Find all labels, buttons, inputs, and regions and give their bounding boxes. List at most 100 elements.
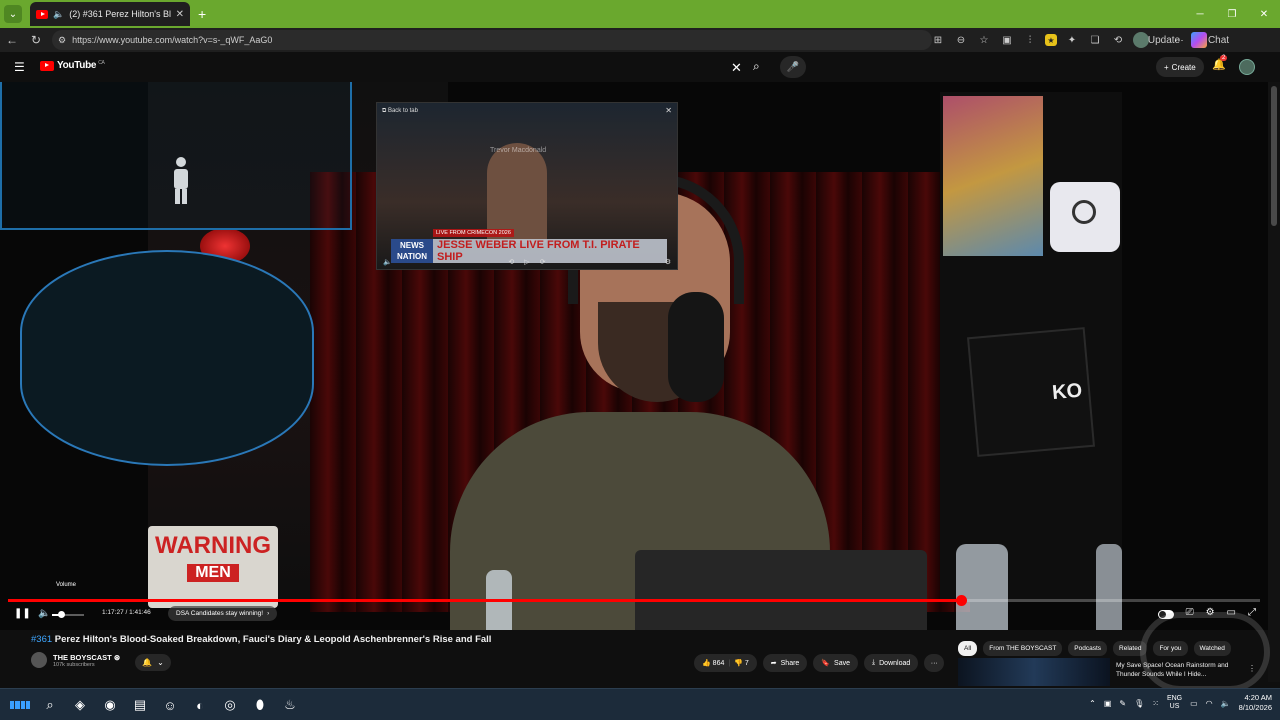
- clear-search-icon[interactable]: ✕: [731, 60, 742, 76]
- seek-bar[interactable]: [8, 595, 1260, 606]
- like-button[interactable]: 👍 864: [702, 659, 724, 667]
- update-button[interactable]: Update ···: [1148, 32, 1184, 48]
- channel-info: THE BOYSCAST ⊛ 107k subscribers: [31, 652, 120, 668]
- speaker-icon[interactable]: 🔈: [53, 9, 64, 20]
- search-icon[interactable]: ⌕: [753, 59, 760, 74]
- edge-browser-icon[interactable]: ◐: [190, 695, 210, 715]
- chevron-right-icon: ›: [267, 610, 270, 617]
- tray-mic-icon[interactable]: 🎙: [1134, 699, 1144, 708]
- youtube-logo[interactable]: YouTube CA: [40, 60, 105, 71]
- tray-dots-icon[interactable]: ⁙: [1152, 699, 1159, 708]
- restore-icon[interactable]: ❐: [1216, 9, 1248, 20]
- copilot-chat-button[interactable]: Chat: [1190, 32, 1229, 48]
- pip-rewind-icon[interactable]: ⟲: [508, 258, 514, 266]
- tab-list-chevron-icon[interactable]: ⌄: [4, 5, 22, 23]
- download-icon: ⤓: [872, 659, 876, 666]
- channel-name[interactable]: THE BOYSCAST ⊛: [53, 653, 120, 662]
- file-explorer-icon[interactable]: ▤: [130, 695, 150, 715]
- pip-play-icon[interactable]: ▷: [524, 258, 529, 266]
- video-title: #361 Perez Hilton's Blood-Soaked Breakdo…: [31, 634, 491, 645]
- warning-sign-text: WARNING: [155, 532, 271, 559]
- minimize-icon[interactable]: ─: [1184, 9, 1216, 20]
- volume-slider[interactable]: [52, 611, 84, 618]
- page-scrollbar[interactable]: [1268, 82, 1280, 682]
- youtube-header: ☰ YouTube CA ✕ ⌕ 🎤 + Create 🔔 2: [0, 52, 1280, 82]
- more-actions-icon[interactable]: ···: [924, 654, 945, 672]
- app-available-icon[interactable]: ⊞: [930, 32, 946, 48]
- steam-icon[interactable]: ♨: [280, 695, 300, 715]
- chapter-title: DSA Candidates stay winning!: [176, 610, 264, 617]
- account-avatar[interactable]: [1239, 59, 1255, 75]
- chrome-icon[interactable]: ◎: [220, 695, 240, 715]
- close-tab-icon[interactable]: ✕: [176, 9, 184, 20]
- player-controls: ❚❚ 🔈 1:17:27 / 1:41:46 DSA Candidates st…: [0, 604, 1268, 626]
- save-button[interactable]: 🔖 Save: [813, 654, 859, 672]
- scrollbar-thumb[interactable]: [1271, 86, 1277, 226]
- tray-chevron-up-icon[interactable]: ⌃: [1089, 699, 1096, 708]
- book-text: KO: [1051, 379, 1084, 405]
- taskbar-clock[interactable]: 4:20 AM 8/10/2026: [1239, 693, 1272, 713]
- zoom-icon[interactable]: ⊖: [953, 32, 969, 48]
- language-indicator[interactable]: ENG US: [1167, 695, 1182, 711]
- episode-hashtag[interactable]: #361: [31, 634, 52, 645]
- obs-icon[interactable]: ◉: [100, 695, 120, 715]
- volume-icon[interactable]: 🔈: [38, 608, 50, 619]
- start-windows-icon[interactable]: [10, 695, 30, 715]
- picture-in-picture-window[interactable]: Trevor Macdonald ⧉ Back to tab ✕ NEWS NAT…: [376, 102, 678, 270]
- yellow-extension-icon[interactable]: ★: [1045, 34, 1057, 46]
- create-button[interactable]: + Create: [1156, 57, 1204, 77]
- extension-icon[interactable]: ▣: [999, 32, 1015, 48]
- chapter-button[interactable]: DSA Candidates stay winning! ›: [168, 606, 278, 621]
- pip-close-icon[interactable]: ✕: [665, 106, 672, 115]
- wifi-icon[interactable]: ◠: [1206, 699, 1213, 708]
- windows-taskbar: ⌕ ◈ ◉ ▤ ☺ ◐ ◎ ⬮ ♨ ⌃ ▣ ✎ 🎙 ⁙ ENG US ▭ ◠ 🔈 …: [0, 688, 1280, 720]
- browser-tab[interactable]: 🔈 (2) #361 Perez Hilton's Blood ✕: [30, 2, 190, 26]
- display-icon[interactable]: ▭: [1190, 699, 1198, 708]
- reload-icon[interactable]: ↻: [24, 33, 48, 47]
- pin-icon[interactable]: ✎: [1119, 699, 1126, 708]
- volume-tray-icon[interactable]: 🔈: [1221, 699, 1231, 708]
- tray-app-icon[interactable]: ▣: [1104, 699, 1112, 708]
- chip-podcasts[interactable]: Podcasts: [1068, 641, 1108, 656]
- menu-icon[interactable]: ☰: [14, 60, 25, 74]
- favorite-star-icon[interactable]: ☆: [976, 32, 992, 48]
- voice-search-icon[interactable]: 🎤: [780, 56, 806, 78]
- recommended-thumbnail[interactable]: [958, 658, 1110, 686]
- discord-icon[interactable]: ☺: [160, 695, 180, 715]
- volume-knob[interactable]: [57, 611, 65, 618]
- chip-from-channel[interactable]: From THE BOYSCAST: [983, 641, 1063, 656]
- back-icon[interactable]: ←: [0, 33, 24, 47]
- podcast-microphone: [668, 292, 724, 402]
- share-icon: ➦: [770, 660, 777, 667]
- video-actions: 👍 864 | 👎 7 ➦ Share 🔖 Save ⤓ Download ···: [694, 654, 945, 672]
- equalizer-icon[interactable]: ⫶: [1022, 32, 1038, 48]
- puzzle-icon[interactable]: ✦: [1064, 32, 1080, 48]
- pip-settings-icon[interactable]: ⚙: [665, 258, 671, 266]
- dislike-button[interactable]: 👎 7: [734, 659, 749, 667]
- video-player[interactable]: KO WARNING MEN Volume ❚❚ 🔈 1:17:27 / 1:41…: [0, 82, 1268, 630]
- url-field[interactable]: ⚙ https://www.youtube.com/watch?v=s-_qWF…: [52, 30, 932, 50]
- chip-all[interactable]: All: [958, 641, 978, 656]
- app-diamond-icon[interactable]: ◈: [70, 695, 90, 715]
- back-to-tab-button[interactable]: ⧉ Back to tab: [382, 108, 418, 115]
- new-tab-icon[interactable]: +: [198, 6, 206, 22]
- notifications-bell-icon[interactable]: 🔔 2: [1212, 55, 1228, 71]
- share-button[interactable]: ➦ Share: [762, 654, 808, 672]
- profile-avatar-icon[interactable]: [1133, 32, 1149, 48]
- subscribed-bell-button[interactable]: 🔔 ⌄: [135, 654, 171, 671]
- close-window-icon[interactable]: ✕: [1248, 9, 1280, 20]
- live-tag: LIVE FROM CRIMECON 2026: [433, 229, 514, 237]
- download-button[interactable]: ⤓ Download: [864, 654, 919, 672]
- system-tray: ⌃ ▣ ✎ 🎙 ⁙ ENG US ▭ ◠ 🔈 4:20 AM 8/10/2026: [1089, 693, 1272, 713]
- search-taskbar-icon[interactable]: ⌕: [40, 695, 60, 715]
- history-icon[interactable]: ⟲: [1110, 32, 1126, 48]
- mouse-app-icon[interactable]: ⬮: [250, 695, 270, 715]
- plus-icon: +: [1164, 62, 1169, 72]
- poster-art: [943, 96, 1043, 256]
- pip-forward-icon[interactable]: ⟳: [540, 258, 546, 266]
- pause-icon[interactable]: ❚❚: [14, 608, 31, 619]
- collections-icon[interactable]: ❏: [1087, 32, 1103, 48]
- site-info-icon[interactable]: ⚙: [58, 35, 66, 46]
- channel-avatar[interactable]: [31, 652, 47, 668]
- address-bar-row: ← ↻ ⚙ https://www.youtube.com/watch?v=s-…: [0, 28, 1280, 52]
